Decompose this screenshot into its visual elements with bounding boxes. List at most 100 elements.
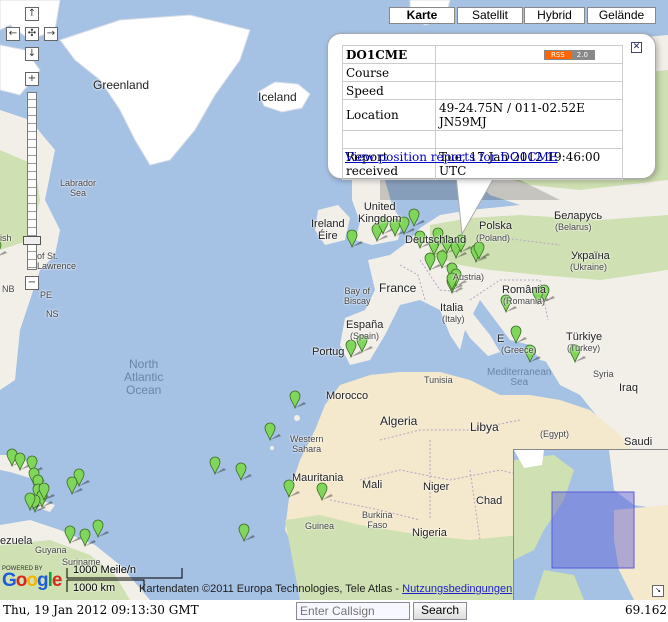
label-mauritania: Mauritania	[292, 472, 344, 484]
info-row-speed: Speed	[342, 81, 623, 100]
info-key: Course	[342, 63, 436, 82]
label-united-kingdom: United Kingdom	[358, 201, 402, 225]
label-italia: Italia	[440, 302, 464, 314]
label-austria: Austria)	[453, 272, 485, 282]
zoom-slider-thumb[interactable]	[23, 236, 41, 245]
label-belarus-en: (Belarus)	[555, 222, 592, 232]
label-tunisia: Tunisia	[424, 375, 453, 385]
label-espana: España	[346, 319, 384, 331]
arrow-down-icon: ↓	[27, 48, 37, 59]
info-window: ✕ DO1CME RSS 2.0 Course Speed Location 49-…	[327, 33, 656, 180]
label-egypt: (Egypt)	[540, 429, 570, 439]
pan-down-button[interactable]: ↓	[25, 47, 39, 61]
rss-cell: RSS 2.0	[435, 45, 623, 64]
label-romania: România	[502, 284, 547, 296]
label-syria: Syria	[593, 369, 614, 379]
info-key	[342, 130, 436, 149]
map-canvas[interactable]: Greenland Iceland Labrador Sea North Atl…	[0, 0, 668, 600]
label-saudi: Saudi	[624, 436, 653, 448]
label-france: France	[379, 281, 417, 295]
label-libya: Libya	[470, 420, 499, 434]
info-row-location: Location 49-24.75N / 011-02.52E JN59MJ	[342, 99, 623, 131]
bottom-bar: Thu, 19 Jan 2012 09:13:30 GMT Search 69.…	[0, 600, 668, 622]
label-iraq: Iraq	[619, 382, 638, 394]
label-nb: NB	[2, 284, 15, 294]
label-guyana: Guyana	[35, 545, 67, 555]
overview-map-svg	[514, 450, 668, 600]
label-portugal: Portug	[312, 346, 345, 358]
rss-badge[interactable]: RSS 2.0	[544, 50, 595, 60]
overview-map[interactable]: ↘	[513, 449, 668, 600]
label-romania-en: (Romania)	[503, 296, 546, 306]
arrow-left-icon: ←	[8, 28, 18, 39]
map-type-karte[interactable]: Karte	[389, 7, 455, 24]
info-value	[435, 63, 623, 82]
label-ukraine: Україна	[571, 250, 610, 262]
info-key: Speed	[342, 81, 436, 100]
map-type-satellit[interactable]: Satellit	[457, 7, 523, 24]
label-greece-en: (Greece)	[501, 345, 537, 355]
label-ish: ish	[0, 233, 12, 243]
label-mediterranean: Mediterranean Sea	[487, 367, 552, 388]
label-st-lawrence: of St. Lawrence	[37, 251, 77, 271]
callsign-input[interactable]	[296, 602, 410, 620]
label-venezuela: ezuela	[0, 535, 33, 547]
plus-icon: +	[27, 73, 37, 84]
label-niger: Niger	[423, 481, 450, 493]
zoom-out-button[interactable]: −	[25, 276, 39, 290]
label-iceland: Iceland	[258, 90, 297, 104]
label-ireland: Ireland Éire	[311, 218, 345, 242]
label-chad: Chad	[476, 495, 503, 507]
map-type-gelande[interactable]: Gelände	[587, 7, 656, 24]
label-western-sahara: Western Sahara	[290, 434, 324, 454]
label-nigeria: Nigeria	[412, 527, 447, 539]
info-window-tail	[455, 174, 496, 236]
label-belarus: Беларусь	[554, 210, 603, 222]
right-number: 69.1625	[625, 603, 668, 617]
pan-right-button[interactable]: →	[44, 27, 58, 41]
callsign-title: DO1CME	[342, 45, 436, 64]
scale-miles-label: 1000 Meile/n	[73, 564, 136, 576]
info-row-blank	[342, 130, 623, 149]
search-button[interactable]: Search	[413, 602, 467, 620]
label-north-atlantic: North Atlantic Ocean	[124, 357, 164, 397]
label-greece: Ε	[497, 333, 505, 345]
zoom-in-button[interactable]: +	[25, 72, 39, 86]
label-burkina-faso: Burkina Faso	[362, 510, 393, 530]
position-reports-link[interactable]: View position reports for DO1CME	[345, 150, 558, 164]
label-bay-of-biscay: Bay of Biscay	[344, 286, 371, 306]
map-type-hybrid[interactable]: Hybrid	[524, 7, 585, 24]
label-morocco: Morocco	[326, 390, 369, 402]
minus-icon: −	[27, 277, 37, 288]
info-value: 49-24.75N / 011-02.52E JN59MJ	[435, 99, 623, 131]
info-row-header: DO1CME RSS 2.0	[342, 45, 623, 64]
overview-collapse-icon[interactable]: ↘	[652, 585, 664, 597]
canary-island	[294, 415, 300, 421]
pan-up-button[interactable]: ↑	[25, 7, 39, 21]
info-value	[435, 130, 623, 149]
google-logo[interactable]: Google	[2, 570, 62, 592]
overview-viewport-box[interactable]	[551, 491, 635, 569]
label-turkey: (Turkey)	[567, 343, 601, 353]
close-icon[interactable]: ✕	[631, 42, 642, 53]
label-ukraine-en: (Ukraine)	[570, 262, 608, 272]
label-spain: (Spain)	[350, 331, 380, 341]
rss-badge-right: 2.0	[570, 51, 594, 59]
label-italy: (Italy)	[442, 314, 465, 324]
label-ns: NS	[46, 309, 59, 319]
cape-verde-island	[270, 446, 274, 450]
scale-km-label: 1000 km	[73, 582, 116, 594]
info-key: Location	[342, 99, 436, 131]
arrow-up-icon: ↑	[27, 8, 37, 19]
pan-center-button[interactable]: ✣	[25, 27, 39, 41]
terms-link[interactable]: Nutzungsbedingungen	[402, 583, 512, 595]
info-row-course: Course	[342, 63, 623, 82]
label-greenland: Greenland	[93, 78, 150, 92]
rss-badge-left: RSS	[545, 51, 571, 59]
pan-center-icon: ✣	[27, 28, 37, 39]
label-guinea: Guinea	[305, 521, 335, 531]
label-labrador-sea: Labrador Sea	[60, 178, 97, 198]
label-mali: Mali	[362, 479, 383, 491]
pan-left-button[interactable]: ←	[6, 27, 20, 41]
info-value	[435, 81, 623, 100]
